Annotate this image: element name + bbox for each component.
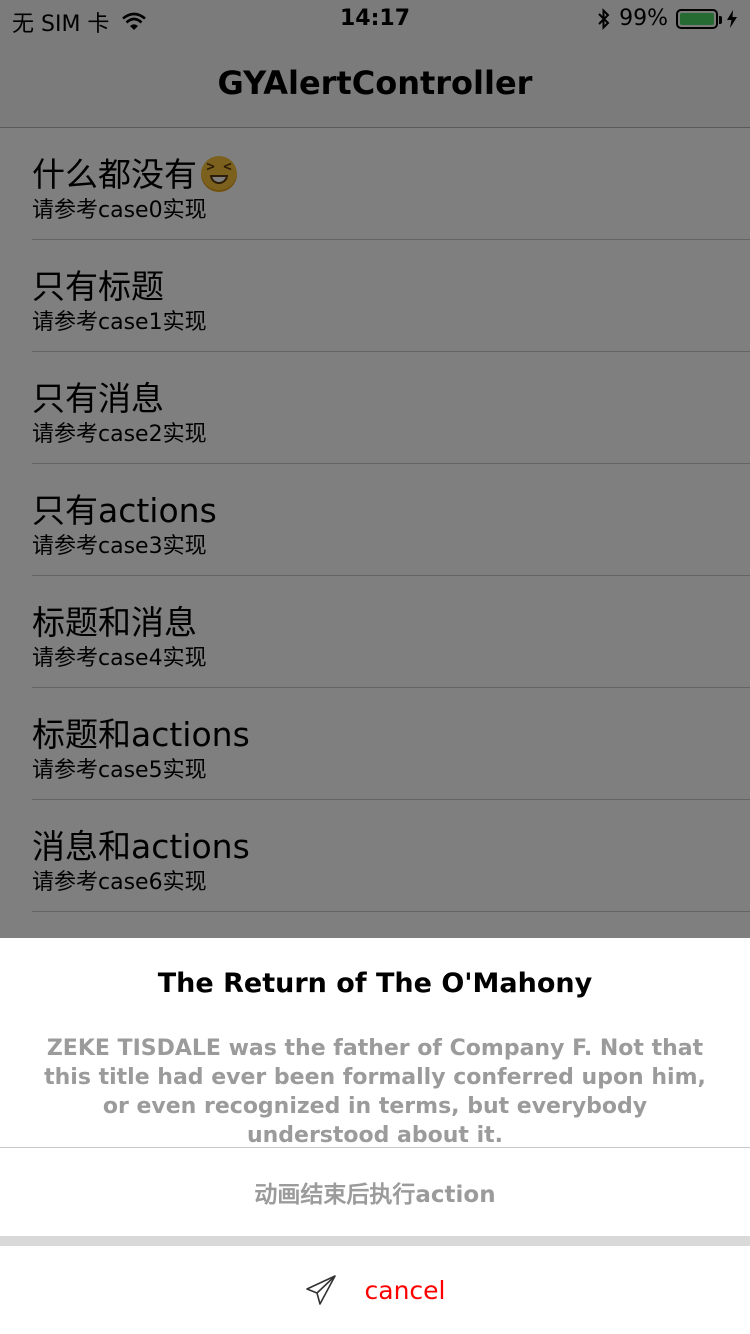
cancel-label: cancel (364, 1275, 446, 1305)
action-sheet-header: The Return of The O'Mahony ZEKE TISDALE … (0, 938, 750, 1148)
action-sheet-title: The Return of The O'Mahony (157, 968, 593, 999)
cancel-separator (0, 1236, 750, 1246)
action-sheet-message: ZEKE TISDALE was the father of Company F… (44, 1036, 706, 1148)
action-sheet: The Return of The O'Mahony ZEKE TISDALE … (0, 938, 750, 1334)
cancel-button[interactable]: cancel (0, 1246, 750, 1334)
paper-plane-icon (305, 1275, 336, 1305)
app-screen: 无 SIM 卡 14:17 99% GYAlertController (0, 0, 750, 1334)
action-button[interactable]: 动画结束后执行action (0, 1148, 750, 1236)
